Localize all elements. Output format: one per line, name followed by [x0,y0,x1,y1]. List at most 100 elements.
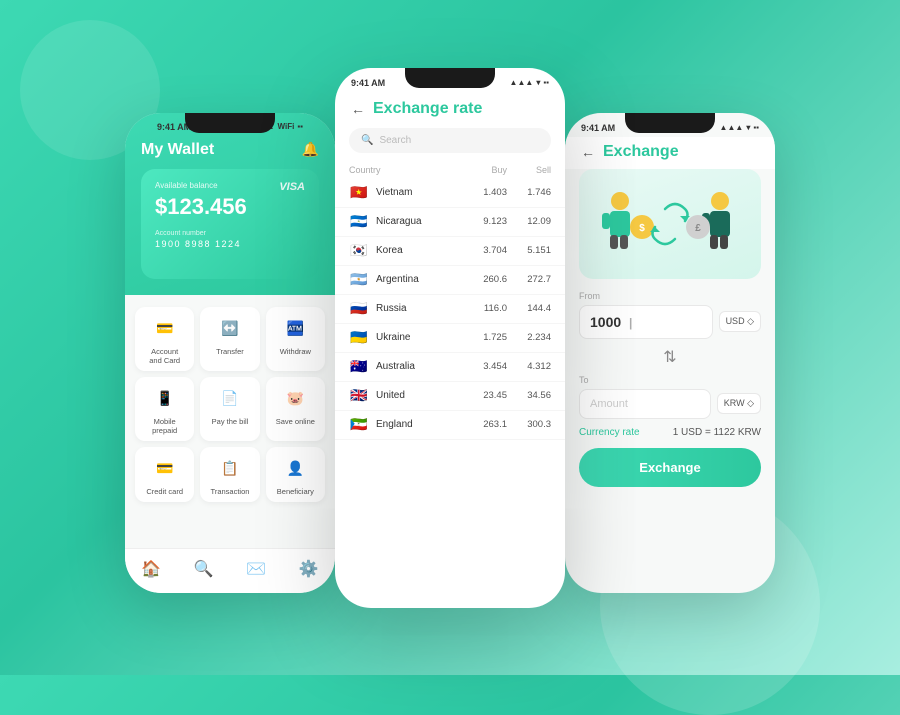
mobile-icon: 📱 [151,385,179,413]
rate-row[interactable]: 🇦🇺 Australia 3.454 4.312 [335,353,565,382]
svg-text:$: $ [639,223,645,234]
account-icon: 💳 [151,315,179,343]
card-account-label: Account number [155,230,305,237]
status-icons-3: ▲▲▲ ▾ ▪▪ [720,123,759,132]
rate-row[interactable]: 🇻🇳 Vietnam 1.403 1.746 [335,179,565,208]
signal-icon-2: ▲▲▲ [510,78,534,87]
bell-icon[interactable]: 🔔 [302,141,319,158]
phone-notch-2 [405,68,495,88]
swap-row: ⇅ [579,347,761,367]
menu-item-pay[interactable]: 📄 Pay the bill [200,377,259,441]
rate-row[interactable]: 🇦🇷 Argentina 260.6 272.7 [335,266,565,295]
flag-icon: 🇳🇮 [349,215,369,229]
flag-icon: 🇷🇺 [349,302,369,316]
currency-rate-label: Currency rate [579,427,640,438]
swap-icon[interactable]: ⇅ [663,347,676,367]
card-balance: $123.456 [155,194,305,220]
exchange-button[interactable]: Exchange [579,448,761,487]
back-button-exchange[interactable]: ← [581,144,595,160]
rate-row[interactable]: 🇷🇺 Russia 116.0 144.4 [335,295,565,324]
phones-wrapper: 9:41 AM ▲▲▲ WiFi ▪▪ My Wallet 🔔 VISA Ava… [20,68,880,608]
buy-value: 23.45 [463,390,507,401]
rate-row[interactable]: 🇬🇧 United 23.45 34.56 [335,382,565,411]
sell-value: 2.234 [507,332,551,343]
phone-notch-3 [625,113,715,133]
wallet-title-row: My Wallet 🔔 [141,137,319,169]
flag-icon: 🇻🇳 [349,186,369,200]
search-bar[interactable]: 🔍 Search [349,128,551,153]
buy-value: 263.1 [463,419,507,430]
beneficiary-icon: 👤 [281,455,309,483]
nav-mail-icon[interactable]: ✉️ [246,559,266,579]
country-name: Vietnam [376,187,463,198]
to-currency[interactable]: KRW ◇ [717,393,761,414]
flag-icon: 🇰🇷 [349,244,369,258]
menu-item-mobile[interactable]: 📱 Mobileprepaid [135,377,194,441]
rates-title: Exchange rate [373,100,482,118]
menu-label-save: Save online [276,417,315,426]
flag-icon: 🇬🇧 [349,389,369,403]
flag-icon: 🇦🇺 [349,360,369,374]
buy-value: 3.454 [463,361,507,372]
menu-label-mobile: Mobileprepaid [152,417,177,435]
to-label: To [579,375,761,385]
back-button-rates[interactable]: ← [351,101,365,117]
signal-icon-3: ▲▲▲ [720,123,744,132]
country-name: United [376,390,463,401]
buy-value: 260.6 [463,274,507,285]
sell-value: 300.3 [507,419,551,430]
menu-item-transfer[interactable]: ↔️ Transfer [200,307,259,371]
save-icon: 🐷 [281,385,309,413]
phone-rates: 9:41 AM ▲▲▲ ▾ ▪▪ ← Exchange rate 🔍 Searc… [335,68,565,608]
phone-notch-1 [185,113,275,133]
menu-label-account: Accountand Card [149,347,180,365]
menu-item-transaction[interactable]: 📋 Transaction [200,447,259,502]
rate-row[interactable]: 🇺🇦 Ukraine 1.725 2.234 [335,324,565,353]
nav-home-icon[interactable]: 🏠 [141,559,161,579]
menu-label-credit: Credit card [146,487,183,496]
wifi-icon-2: ▾ [536,78,540,87]
bottom-nav: 🏠 🔍 ✉️ ⚙️ [125,548,335,593]
pay-icon: 📄 [216,385,244,413]
to-input[interactable]: Amount [579,389,711,419]
country-name: Argentina [376,274,463,285]
battery-icon-2: ▪▪ [543,78,549,87]
flag-icon: 🇦🇷 [349,273,369,287]
nav-settings-icon[interactable]: ⚙️ [299,559,319,579]
currency-rate-row: Currency rate 1 USD = 1122 KRW [579,427,761,438]
sell-value: 272.7 [507,274,551,285]
from-input[interactable]: 1000 | [579,305,713,339]
from-label: From [579,291,761,301]
menu-item-account[interactable]: 💳 Accountand Card [135,307,194,371]
rate-row[interactable]: 🇬🇶 England 263.1 300.3 [335,411,565,440]
buy-value: 1.403 [463,187,507,198]
menu-label-transfer: Transfer [216,347,244,356]
menu-item-credit[interactable]: 💳 Credit card [135,447,194,502]
status-time-2: 9:41 AM [351,78,385,88]
rate-rows: 🇻🇳 Vietnam 1.403 1.746 🇳🇮 Nicaragua 9.12… [335,179,565,440]
col-header-buy: Buy [463,165,507,175]
flag-icon: 🇬🇶 [349,418,369,432]
menu-item-withdraw[interactable]: 🏧 Withdraw [266,307,325,371]
country-name: Ukraine [376,332,463,343]
search-icon: 🔍 [361,135,373,146]
rate-row[interactable]: 🇳🇮 Nicaragua 9.123 12.09 [335,208,565,237]
buy-value: 9.123 [463,216,507,227]
menu-item-beneficiary[interactable]: 👤 Beneficiary [266,447,325,502]
menu-item-save[interactable]: 🐷 Save online [266,377,325,441]
card-account-number: 1900 8988 1224 [155,239,305,249]
wifi-icon: WiFi [278,122,295,131]
menu-label-withdraw: Withdraw [280,347,311,356]
to-row: Amount KRW ◇ [579,389,761,419]
sell-value: 144.4 [507,303,551,314]
sell-value: 4.312 [507,361,551,372]
from-currency[interactable]: USD ◇ [719,311,761,332]
nav-search-icon[interactable]: 🔍 [194,559,214,579]
rate-row[interactable]: 🇰🇷 Korea 3.704 5.151 [335,237,565,266]
svg-text:£: £ [695,223,701,234]
buy-value: 3.704 [463,245,507,256]
credit-icon: 💳 [151,455,179,483]
menu-label-pay: Pay the bill [212,417,249,426]
country-name: Russia [376,303,463,314]
phone-wallet: 9:41 AM ▲▲▲ WiFi ▪▪ My Wallet 🔔 VISA Ava… [125,113,335,593]
